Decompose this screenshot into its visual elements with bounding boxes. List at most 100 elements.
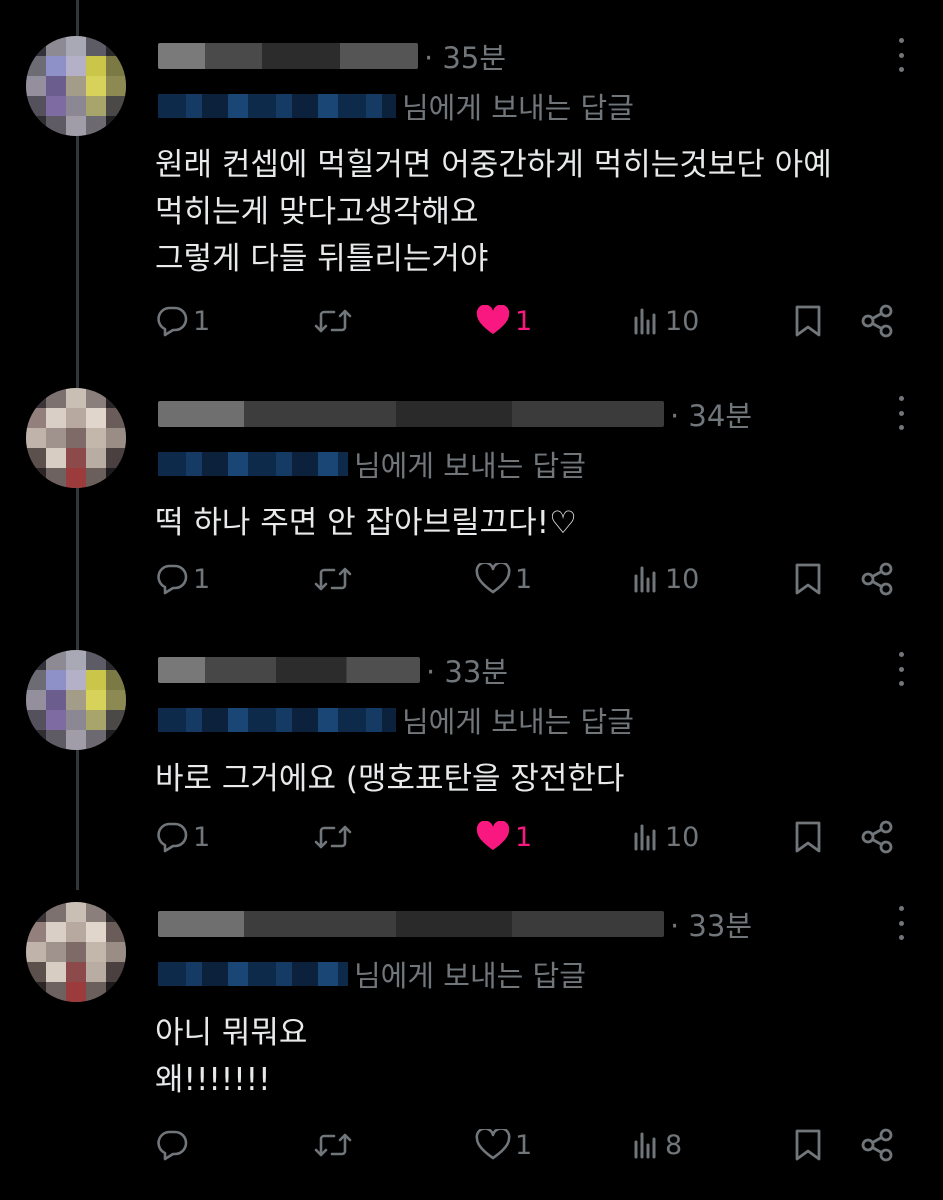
action-bar: 1 1 10 (155, 556, 895, 602)
reply-header: · 34분 (158, 394, 752, 434)
comment-bubble-icon (157, 1130, 188, 1161)
recipient-redacted[interactable] (158, 94, 396, 118)
username-redacted (158, 657, 420, 683)
replying-to: 님에게 보내는 답글 (158, 701, 634, 739)
reply-text-line: 먹히는게 맞다고생각해요 (155, 194, 479, 230)
bookmark-icon (795, 821, 821, 853)
more-vertical-icon[interactable] (897, 396, 905, 430)
reply-text: 원래 컨셉에 먹힐거면 어중간하게 먹히는것보단 아예 먹히는게 맞다고생각해요… (155, 142, 832, 283)
reply-item[interactable]: · 35분 님에게 보내는 답글 원래 컨셉에 먹힐거면 어중간하게 먹히는것보… (0, 30, 943, 360)
bar-chart-icon (634, 1132, 656, 1159)
reply-header: · 33분 (158, 650, 508, 690)
retweet-icon (314, 1133, 352, 1157)
recipient-redacted[interactable] (158, 962, 348, 986)
retweet-button[interactable] (313, 814, 357, 860)
timestamp[interactable]: · 35분 (424, 35, 506, 77)
username-redacted (158, 911, 664, 937)
bookmark-icon (795, 305, 821, 337)
retweet-icon (314, 825, 352, 849)
reply-text-line: 아니 뭐뭐요 (155, 1015, 308, 1051)
view-count: 10 (665, 305, 700, 337)
more-vertical-icon[interactable] (897, 38, 905, 72)
avatar[interactable] (26, 650, 126, 750)
share-button[interactable] (859, 556, 895, 602)
bar-chart-icon (634, 308, 656, 335)
reply-count: 1 (193, 305, 211, 337)
recipient-redacted[interactable] (158, 452, 348, 476)
heart-icon (475, 1129, 511, 1160)
reply-item[interactable]: · 34분 님에게 보내는 답글 떡 하나 주면 안 잡아브릴끄다!♡ 1 1 … (0, 388, 943, 620)
share-icon (861, 1128, 893, 1162)
view-count: 10 (665, 563, 700, 595)
reply-button[interactable]: 1 (155, 556, 210, 602)
views-button[interactable]: 10 (631, 556, 699, 602)
views-button[interactable]: 8 (631, 1122, 682, 1168)
reply-text-line: 바로 그거에요 (맹호표탄을 장전한다 (155, 761, 625, 797)
bookmark-button[interactable] (793, 556, 823, 602)
replying-to-label: 님에게 보내는 답글 (354, 959, 586, 993)
more-vertical-icon[interactable] (897, 906, 905, 940)
view-count: 10 (665, 821, 700, 853)
like-button[interactable]: 1 (475, 298, 532, 344)
share-icon (861, 562, 893, 596)
comment-bubble-icon (157, 306, 188, 337)
view-count: 8 (665, 1129, 683, 1161)
share-button[interactable] (859, 1122, 895, 1168)
username-redacted (158, 401, 664, 427)
share-button[interactable] (859, 814, 895, 860)
bookmark-icon (795, 563, 821, 595)
reply-count: 1 (193, 821, 211, 853)
reply-button[interactable] (155, 1122, 193, 1168)
avatar[interactable] (26, 388, 126, 488)
comment-bubble-icon (157, 564, 188, 595)
recipient-redacted[interactable] (158, 708, 396, 732)
reply-item[interactable]: · 33분 님에게 보내는 답글 아니 뭐뭐요 왜!!!!!!! 1 8 (0, 898, 943, 1178)
reply-button[interactable]: 1 (155, 814, 210, 860)
action-bar: 1 1 10 (155, 814, 895, 860)
share-icon (861, 304, 893, 338)
like-button[interactable]: 1 (475, 814, 532, 860)
reply-header: · 35분 (158, 36, 506, 76)
share-icon (861, 820, 893, 854)
retweet-icon (314, 309, 352, 333)
replying-to: 님에게 보내는 답글 (158, 445, 586, 483)
bookmark-icon (795, 1129, 821, 1161)
timestamp[interactable]: · 33분 (426, 649, 508, 691)
replying-to-label: 님에게 보내는 답글 (402, 91, 634, 125)
comment-bubble-icon (157, 822, 188, 853)
views-button[interactable]: 10 (631, 298, 699, 344)
bookmark-button[interactable] (793, 1122, 823, 1168)
heart-icon (476, 305, 510, 334)
retweet-button[interactable] (313, 556, 357, 602)
retweet-icon (314, 567, 352, 591)
reply-text: 아니 뭐뭐요 왜!!!!!!! (155, 1010, 307, 1104)
retweet-button[interactable] (313, 1122, 357, 1168)
like-button[interactable]: 1 (475, 556, 532, 602)
reply-text-line: 떡 하나 주면 안 잡아브릴끄다!♡ (155, 505, 577, 541)
reply-button[interactable]: 1 (155, 298, 210, 344)
bar-chart-icon (634, 824, 656, 851)
reply-text-line: 그렇게 다들 뒤틀리는거야 (155, 241, 489, 277)
more-vertical-icon[interactable] (897, 652, 905, 686)
like-count: 1 (515, 305, 533, 337)
reply-item[interactable]: · 33분 님에게 보내는 답글 바로 그거에요 (맹호표탄을 장전한다 1 1… (0, 644, 943, 876)
heart-icon (475, 563, 511, 594)
bookmark-button[interactable] (793, 298, 823, 344)
action-bar: 1 1 10 (155, 298, 895, 344)
reply-header: · 33분 (158, 904, 752, 944)
action-bar: 1 8 (155, 1122, 895, 1168)
replying-to: 님에게 보내는 답글 (158, 955, 586, 993)
reply-count: 1 (193, 563, 211, 595)
reply-text: 떡 하나 주면 안 잡아브릴끄다!♡ (155, 500, 577, 547)
timestamp[interactable]: · 34분 (670, 393, 752, 435)
avatar[interactable] (26, 36, 126, 136)
retweet-button[interactable] (313, 298, 357, 344)
timestamp[interactable]: · 33분 (670, 903, 752, 945)
bookmark-button[interactable] (793, 814, 823, 860)
like-button[interactable]: 1 (475, 1122, 532, 1168)
views-button[interactable]: 10 (631, 814, 699, 860)
avatar[interactable] (26, 902, 126, 1002)
replying-to-label: 님에게 보내는 답글 (354, 449, 586, 483)
like-count: 1 (515, 821, 533, 853)
share-button[interactable] (859, 298, 895, 344)
